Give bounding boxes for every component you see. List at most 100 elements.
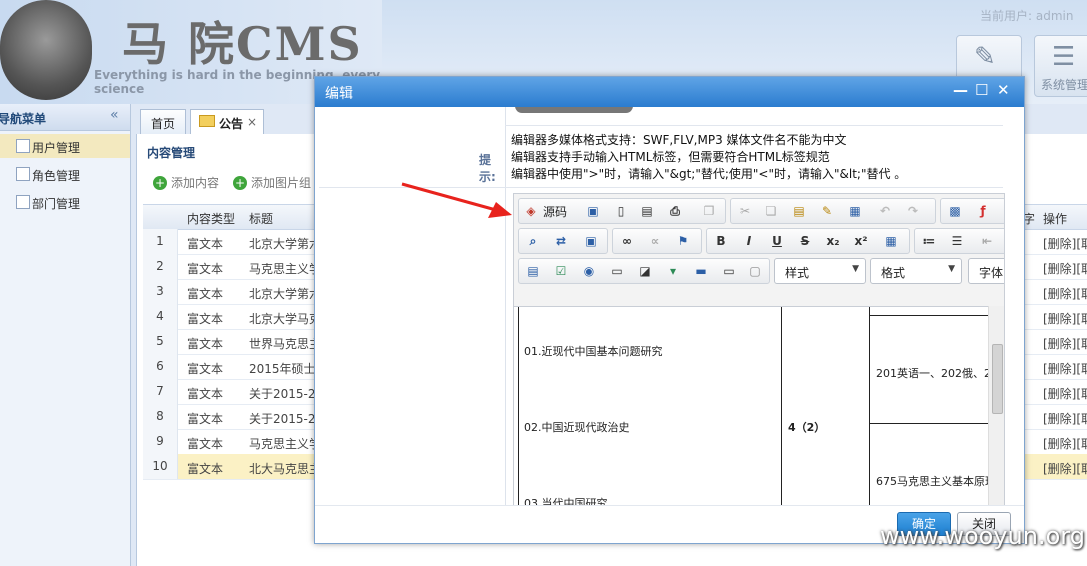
print-icon[interactable]: ⎙	[667, 203, 683, 219]
collapse-icon[interactable]: «	[110, 107, 119, 123]
replace-icon[interactable]: ⇄	[553, 233, 569, 249]
row-ops-link[interactable]: [删除][取	[1043, 360, 1087, 377]
select-field-icon[interactable]: ▾	[665, 263, 681, 279]
chevron-down-icon: ▼	[948, 264, 955, 274]
row-ops-link[interactable]: [删除][取	[1043, 410, 1087, 427]
scrollbar-thumb[interactable]	[992, 344, 1003, 414]
row-number: 1	[143, 229, 178, 254]
row-number: 2	[143, 254, 178, 279]
textarea-icon[interactable]: ◪	[637, 263, 653, 279]
italic-icon[interactable]: I	[741, 233, 757, 249]
maximize-icon[interactable]: ☐	[975, 81, 988, 99]
row-ops-link[interactable]: [删除][取	[1043, 335, 1087, 352]
paste-word-icon[interactable]: ▦	[847, 203, 863, 219]
bold-icon[interactable]: B	[713, 233, 729, 249]
format-select[interactable]: 格式 ▼	[870, 258, 962, 284]
copy-icon[interactable]: ❏	[763, 203, 779, 219]
source-button[interactable]: 源码	[543, 203, 567, 220]
button-field-icon[interactable]: ▬	[693, 263, 709, 279]
row-ops-link[interactable]: [删除][取	[1043, 385, 1087, 402]
select-all-icon[interactable]: ▣	[583, 233, 599, 249]
textfield-icon[interactable]: ▭	[609, 263, 625, 279]
tab-home[interactable]: 首页	[140, 109, 186, 134]
form-icon[interactable]: ▤	[525, 263, 541, 279]
row-ops-link[interactable]: [删除][取	[1043, 460, 1087, 477]
preview-icon[interactable]: ▤	[639, 203, 655, 219]
hidden-field-icon[interactable]: ▢	[747, 263, 763, 279]
superscript-icon[interactable]: x²	[853, 233, 869, 249]
system-manage-label: 系统管理	[1041, 78, 1087, 92]
underline-icon[interactable]: U	[769, 233, 785, 249]
toolbar-group-document: ◈ 源码 ▣ ▯ ▤ ⎙ ❐	[518, 198, 726, 224]
paste-text-icon[interactable]: ✎	[819, 203, 835, 219]
bullet-list-icon[interactable]: ☰	[949, 233, 965, 249]
redo-icon[interactable]: ↷	[905, 203, 921, 219]
add-image-group-button[interactable]: + 添加图片组	[233, 174, 311, 191]
minimize-icon[interactable]: —	[953, 81, 968, 99]
checkbox-icon[interactable]: ☑	[553, 263, 569, 279]
row-ops-link[interactable]: [删除][取	[1043, 435, 1087, 452]
doc-exam: 201英语一、202俄、203	[876, 367, 1005, 380]
strike-icon[interactable]: S	[797, 233, 813, 249]
anchor-flag-icon[interactable]: ⚑	[675, 233, 691, 249]
toolbar-group-format: B I U S x₂ x² ▦	[706, 228, 910, 254]
system-manage-button[interactable]: ☰ 系统管理	[1034, 35, 1087, 97]
field-value-pill	[515, 107, 633, 113]
doc-item: 01.近现代中国基本问题研究	[524, 345, 663, 358]
sidebar-item-departments[interactable]: 部门管理	[0, 190, 130, 214]
tab-close-icon[interactable]: ×	[247, 115, 257, 129]
style-select[interactable]: 样式 ▼	[774, 258, 866, 284]
column-title: 标题	[249, 212, 274, 226]
new-page-icon[interactable]: ▯	[613, 203, 629, 219]
row-number: 7	[143, 379, 178, 404]
undo-icon[interactable]: ↶	[877, 203, 893, 219]
unlink-icon[interactable]: ∝	[647, 233, 663, 249]
folder-icon	[199, 115, 215, 127]
add-content-button[interactable]: + 添加内容	[153, 174, 219, 191]
sidebar-item-users[interactable]: 用户管理	[0, 134, 130, 158]
row-type: 富文本	[187, 412, 224, 426]
panel-title: 内容管理	[147, 146, 196, 160]
image-icon[interactable]: ▩	[947, 203, 963, 219]
flash-icon[interactable]: ƒ	[975, 203, 991, 219]
source-icon[interactable]: ◈	[523, 203, 539, 219]
dialog-title: 编辑	[325, 86, 353, 102]
numbered-list-icon[interactable]: ≔	[921, 233, 937, 249]
subscript-icon[interactable]: x₂	[825, 233, 841, 249]
sidebar-item-label: 角色管理	[32, 169, 81, 183]
column-type: 内容类型	[187, 212, 236, 226]
row-ops-link[interactable]: [删除][取	[1043, 260, 1087, 277]
toolbar-group-media: ▩ ƒ	[940, 198, 1004, 224]
row-ops-link[interactable]: [删除][取	[1043, 310, 1087, 327]
save-icon[interactable]: ▣	[585, 203, 601, 219]
row-number: 10	[143, 454, 178, 479]
sidebar-item-roles[interactable]: 角色管理	[0, 162, 130, 186]
toolbar-group-find: ⌕ ⇄ ▣	[518, 228, 608, 254]
sidebar-item-label: 部门管理	[32, 197, 81, 211]
paste-icon[interactable]: ▤	[791, 203, 807, 219]
templates-icon[interactable]: ❐	[701, 203, 717, 219]
cut-icon[interactable]: ✂	[737, 203, 753, 219]
row-ops-link[interactable]: [删除][取	[1043, 235, 1087, 252]
arrow-shaft	[401, 182, 497, 212]
dialog-titlebar[interactable]: 编辑 — ☐ ✕	[315, 77, 1024, 107]
close-icon[interactable]: ✕	[997, 81, 1010, 99]
image-button-icon[interactable]: ▭	[721, 263, 737, 279]
row-ops-link[interactable]: [删除][取	[1043, 285, 1087, 302]
link-icon[interactable]: ∞	[619, 233, 635, 249]
find-icon[interactable]: ⌕	[525, 233, 541, 249]
radio-icon[interactable]: ◉	[581, 263, 597, 279]
edit-dialog: 编辑 — ☐ ✕ 提示: 编辑器多媒体格式支持：SWF,FLV,MP3 媒体文件…	[314, 76, 1025, 544]
sidebar: 导航菜单 « 用户管理 角色管理 部门管理	[0, 104, 131, 566]
font-select[interactable]: 字体	[968, 258, 1004, 284]
format-select-label: 格式	[881, 266, 906, 280]
editor-scrollbar[interactable]	[988, 306, 1004, 505]
row-title: 北京大学第六	[249, 287, 319, 301]
remove-format-icon[interactable]: ▦	[883, 233, 899, 249]
tab-notice[interactable]: 公告 ×	[190, 109, 264, 134]
form-label-column: 提示:	[319, 107, 506, 505]
row-title: 北大马克思主	[249, 462, 319, 476]
outdent-icon[interactable]: ⇤	[979, 233, 995, 249]
row-title: 关于2015-20	[249, 412, 319, 426]
editor-document[interactable]: 01.近现代中国基本问题研究 02.中国近现代政治史 03.当代中国研究 4（2…	[514, 306, 1004, 505]
